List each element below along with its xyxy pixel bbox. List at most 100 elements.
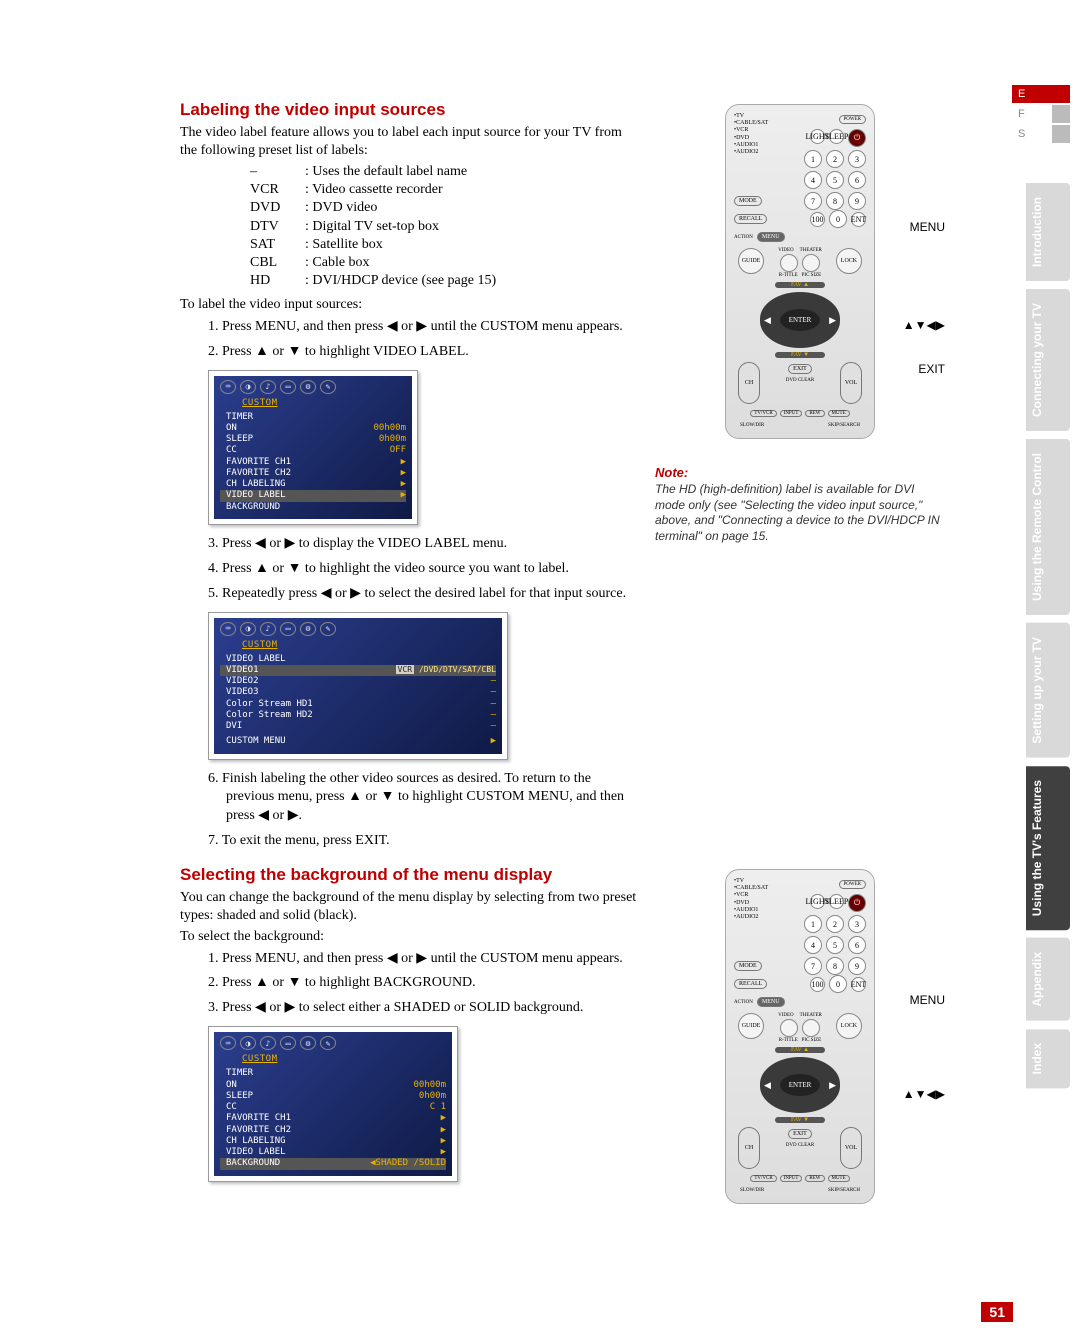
label-key: SAT [250,236,305,254]
num-button: 7 [804,957,822,975]
100-button: 100 [810,977,825,992]
fav-down-button: FAV ▼ [775,1117,825,1123]
menu-title: CUSTOM [242,640,496,650]
step: 3. Press ◀ or ▶ to select either a SHADE… [208,999,637,1018]
callout-exit: EXIT [918,362,945,376]
fav-down-button: FAV ▼ [775,352,825,358]
skipsearch-label: SKIP/SEARCH [828,423,860,428]
num-button: 1 [804,915,822,933]
nav-ring: ◀ ▶ ENTER [760,292,840,348]
power-label: POWER [839,115,867,124]
power-button: ⏻ [848,129,866,147]
num-button: 5 [826,171,844,189]
mode-button: MODE [734,961,762,971]
menu-item: SLEEP [226,1091,253,1102]
menu-item-selected: VIDEO1 [226,665,259,676]
menu-item: Color Stream HD1 [226,699,313,710]
num-button: 0 [829,210,847,228]
guide-button: GUIDE [738,1013,764,1039]
menu-icon-row: ⌨ ◑ ♪ ▭ ⚙ ✎ [220,380,406,396]
tab-introduction: Introduction [1026,183,1070,281]
menu-item: FAVORITE CH2 [226,468,291,479]
theater-label: THEATER [800,248,822,253]
lock-button: LOCK [836,248,862,274]
menu-icon-row: ⌨◑♪▭⚙✎ [220,622,496,638]
label-val: : Digital TV set-top box [305,218,439,236]
remote-diagram-2: •TV •CABLE/SAT •VCR •DVD •AUDIO1 •AUDIO2… [725,869,875,1204]
rew-button: REW [805,410,824,417]
step: 2. Press ▲ or ▼ to highlight VIDEO LABEL… [208,343,637,362]
menu-icon: ⚙ [300,1036,316,1050]
theater-label: THEATER [800,1013,822,1018]
num-button: 8 [826,192,844,210]
instr-background: To select the background: [180,928,637,946]
tab-connecting: Connecting your TV [1026,289,1070,431]
menu-val: ▶ [441,1136,446,1147]
menu-item: CC [226,445,237,456]
dvdclear-label: DVD CLEAR [786,378,814,383]
menu-icon: ◑ [240,380,256,394]
dvdclear-label: DVD CLEAR [786,1143,814,1148]
menu-val: ▶ [401,490,406,501]
label-key: HD [250,272,305,290]
rew-button: REW [805,1175,824,1182]
slowdir-label: SLOW/DIR [740,423,764,428]
picsize-button [802,254,820,272]
left-arrow-icon: ◀ [764,1080,771,1091]
step: 6. Finish labeling the other video sourc… [208,770,637,827]
label-key: DVD [250,199,305,217]
ch-button: CH [738,1127,760,1169]
num-button: 9 [848,957,866,975]
ent-button: ENT [851,212,866,227]
num-button: 0 [829,975,847,993]
menu-icon: ✎ [320,1036,336,1050]
menu-icon: ◑ [240,1036,256,1050]
menu-val: 00h00m [413,1080,446,1091]
tab-features-active: Using the TV's Features [1026,766,1070,930]
vol-button: VOL [840,1127,862,1169]
nav-ring: ◀ ▶ ENTER [760,1057,840,1113]
slowdir-label: SLOW/DIR [740,1188,764,1193]
video-label: VIDEO [778,1013,794,1018]
video-label: VIDEO [778,248,794,253]
menu-title: CUSTOM [242,1054,446,1064]
num-button: 3 [848,915,866,933]
label-key: DTV [250,218,305,236]
rtitle-button [780,1019,798,1037]
label-val: : DVI/HDCP device (see page 15) [305,272,496,290]
vol-button: VOL [840,362,862,404]
num-button: 4 [804,171,822,189]
section1-intro: The video label feature allows you to la… [180,124,637,159]
menu-item: CC [226,1102,237,1113]
menu-item: TIMER [226,1068,253,1079]
right-arrow-icon: ▶ [829,315,836,326]
guide-button: GUIDE [738,248,764,274]
sleep-button: SLEEP [829,894,844,909]
fav-up-button: FAV ▲ [775,282,825,288]
enter-button: ENTER [780,1074,820,1096]
tab-index: Index [1026,1029,1070,1088]
ent-button: ENT [851,977,866,992]
num-button: 6 [848,936,866,954]
section1-heading: Labeling the video input sources [180,100,637,120]
menu-val: ◀SHADED /SOLID [370,1158,446,1169]
step: 5. Repeatedly press ◀ or ▶ to select the… [208,585,637,604]
menu-item: Color Stream HD2 [226,710,313,721]
fav-up-button: FAV ▲ [775,1047,825,1053]
menu-item: BACKGROUND [226,502,280,513]
label-val: : Cable box [305,254,370,272]
menu-icon: ♪ [260,380,276,394]
menu-subtitle: VIDEO LABEL [226,654,286,665]
100-button: 100 [810,212,825,227]
menu-item: VIDEO3 [226,687,259,698]
right-arrow-icon: ▶ [829,1080,836,1091]
menu-button: MENU [757,232,785,242]
menu-icon: ⌨ [220,1036,236,1050]
lock-button: LOCK [836,1013,862,1039]
input-button: INPUT [780,1175,803,1182]
num-button: 5 [826,936,844,954]
menu-item: SLEEP [226,434,253,445]
callout-arrows: ▲▼◀▶ [903,318,945,332]
menu-item: VIDEO2 [226,676,259,687]
menu-val: 0h00m [419,1091,446,1102]
